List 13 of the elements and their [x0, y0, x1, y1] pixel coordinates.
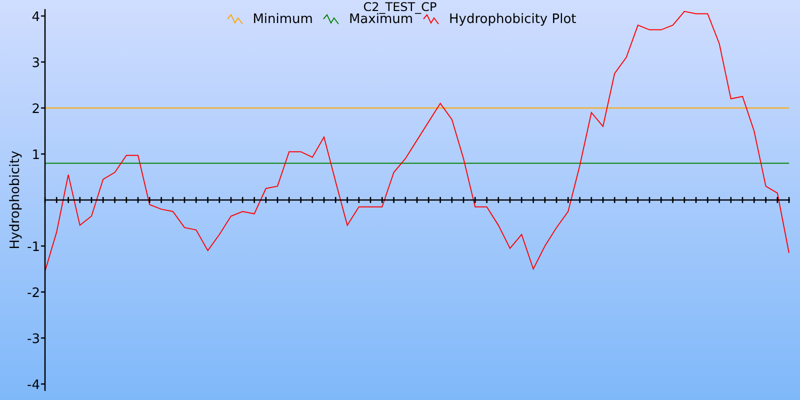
- y-tick-label: -1: [27, 240, 40, 255]
- y-tick-label: -4: [27, 378, 40, 393]
- legend-label: Minimum: [252, 13, 313, 27]
- y-tick-label: 2: [32, 102, 40, 117]
- legend-label: Maximum: [348, 13, 414, 27]
- y-tick-label: 3: [32, 56, 40, 71]
- y-tick-label: 1: [32, 148, 40, 163]
- y-axis-label: Hydrophobicity: [8, 150, 23, 250]
- chart-title: C2_TEST_CP: [363, 0, 437, 14]
- y-tick-label: 4: [32, 10, 40, 25]
- y-tick-label: -3: [27, 332, 40, 347]
- legend-label: Hydrophobicity Plot: [449, 13, 576, 27]
- y-tick-label: -2: [27, 286, 40, 301]
